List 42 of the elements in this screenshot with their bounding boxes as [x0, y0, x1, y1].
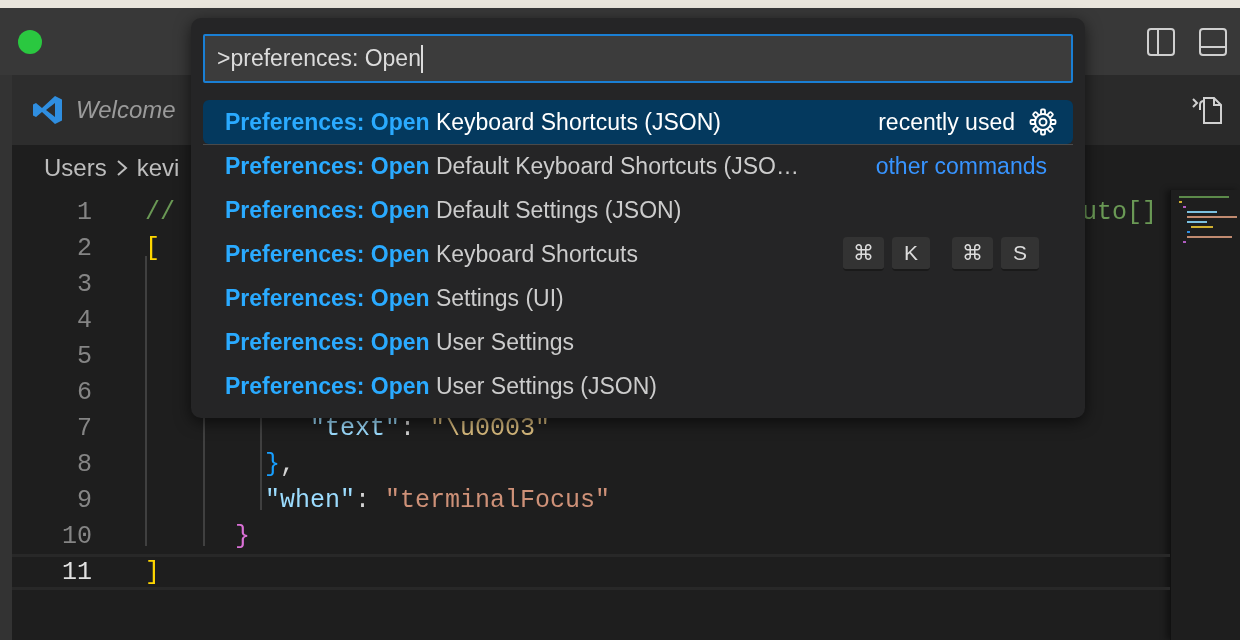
recently-used-label: recently used — [878, 107, 1015, 137]
line-number: 1 — [76, 199, 92, 225]
line-number: 8 — [76, 451, 92, 477]
line-number: 4 — [76, 307, 92, 333]
window-zoom-button[interactable] — [18, 29, 42, 54]
keyboard-key: ⌘ — [843, 237, 884, 271]
settings-icon[interactable] — [1029, 108, 1057, 136]
command-input[interactable]: >preferences: Open — [203, 34, 1073, 83]
code-line: "when": "terminalFocus" — [264, 487, 611, 513]
code-line: }, — [264, 451, 296, 477]
code-line: } — [234, 523, 251, 549]
keyboard-key: ⌘ — [952, 237, 993, 271]
tab-title: Welcome — [76, 95, 176, 125]
line-number: 9 — [76, 487, 92, 513]
line-number: 5 — [76, 343, 92, 369]
command-item[interactable]: Preferences: Open Keyboard Shortcuts (JSON) recently used — [203, 100, 1073, 144]
code-fragment: uto[] — [1082, 199, 1157, 225]
line-number: 11 — [61, 559, 92, 585]
command-item[interactable]: Preferences: Open Settings (UI) — [203, 276, 1073, 320]
line-number: 3 — [76, 271, 92, 297]
app-logo-icon — [32, 94, 64, 126]
other-commands-link[interactable]: other commands — [875, 149, 1047, 184]
keyboard-key: S — [1001, 237, 1039, 271]
sidebar-toggle-icon[interactable] — [1146, 26, 1176, 57]
command-item[interactable]: Preferences: Open Keyboard Shortcuts ⌘ K ⌘ S — [203, 232, 1073, 276]
panel-toggle-icon[interactable] — [1198, 26, 1228, 57]
line-number: 2 — [76, 235, 92, 261]
code-line: [ — [145, 235, 160, 261]
line-number: 7 — [76, 415, 92, 441]
command-item[interactable]: Preferences: Open Default Settings (JSON) — [203, 188, 1073, 232]
breadcrumb-item[interactable]: Users — [44, 149, 107, 186]
command-item[interactable]: Preferences: Open Default Keyboard Shortcuts (JSO… other commands — [203, 144, 1073, 188]
open-changes-icon[interactable] — [1190, 94, 1224, 126]
keyboard-key: K — [892, 237, 930, 271]
minimap-code-drawing — [1179, 196, 1239, 244]
code-line: // — [145, 199, 175, 225]
command-item[interactable]: Preferences: Open User Settings (JSON) — [203, 364, 1073, 408]
code-line: ] — [145, 559, 160, 585]
command-item[interactable]: Preferences: Open User Settings — [203, 320, 1073, 364]
line-number: 6 — [76, 379, 92, 405]
line-number: 10 — [61, 523, 92, 549]
breadcrumb-item[interactable]: kevi — [136, 149, 180, 186]
